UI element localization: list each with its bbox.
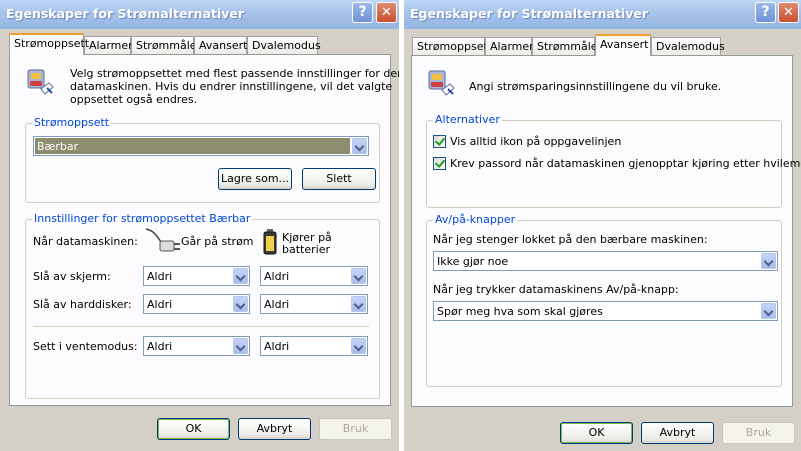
standby-battery-dropdown[interactable]: Aldri bbox=[260, 336, 368, 356]
apply-button[interactable]: Bruk bbox=[722, 422, 795, 444]
standby-ac-value: Aldri bbox=[147, 340, 173, 353]
power-options-icon bbox=[27, 69, 54, 95]
show-tray-icon-label[interactable]: Vis alltid ikon på oppgavelinjen bbox=[450, 135, 621, 148]
tab-power-meter[interactable]: Strømmåler bbox=[131, 36, 201, 54]
save-as-button[interactable]: Lagre som... bbox=[218, 168, 292, 190]
window-title: Egenskaper for Strømalternativer bbox=[6, 6, 245, 21]
power-scheme-group-label: Strømoppsett bbox=[32, 116, 112, 129]
cancel-button[interactable]: Avbryt bbox=[238, 418, 311, 440]
cancel-button[interactable]: Avbryt bbox=[641, 422, 714, 444]
tab-advanced[interactable]: Avansert bbox=[595, 34, 651, 56]
title-bar: Egenskaper for Strømalternativer ? ✕ bbox=[404, 0, 801, 29]
options-group: Alternativer Vis alltid ikon på oppgavel… bbox=[426, 113, 801, 208]
power-options-window-scheme: Egenskaper for Strømalternativer ? ✕ Str… bbox=[0, 0, 399, 451]
monitor-off-battery-dropdown[interactable]: Aldri bbox=[260, 266, 368, 286]
lid-close-value: Ikke gjør noe bbox=[437, 255, 509, 268]
power-scheme-dropdown[interactable]: Bærbar bbox=[33, 136, 369, 156]
battery-icon bbox=[263, 229, 277, 255]
ac-power-label: Går på strøm bbox=[181, 235, 254, 248]
require-password-checkbox[interactable] bbox=[433, 157, 446, 170]
tab-alarms[interactable]: Alarmer bbox=[84, 36, 133, 54]
options-group-label: Alternativer bbox=[433, 113, 502, 126]
window-title: Egenskaper for Strømalternativer bbox=[410, 6, 649, 21]
chevron-down-icon[interactable] bbox=[352, 138, 367, 154]
hard-disks-off-battery-value: Aldri bbox=[264, 298, 290, 311]
chevron-down-icon[interactable] bbox=[351, 268, 366, 284]
tab-advanced[interactable]: Avansert bbox=[194, 36, 247, 54]
chevron-down-icon[interactable] bbox=[233, 268, 248, 284]
scheme-settings-group-label: Innstillinger for strømoppsettet Bærbar bbox=[32, 212, 253, 225]
close-button[interactable]: ✕ bbox=[778, 2, 799, 23]
hard-disks-off-ac-dropdown[interactable]: Aldri bbox=[143, 294, 250, 314]
delete-button[interactable]: Slett bbox=[302, 168, 376, 190]
title-bar: Egenskaper for Strømalternativer ? ✕ bbox=[0, 0, 399, 29]
lid-close-label: Når jeg stenger lokket på den bærbare ma… bbox=[433, 233, 708, 246]
monitor-off-ac-dropdown[interactable]: Aldri bbox=[143, 266, 250, 286]
tab-power-meter[interactable]: Strømmåler bbox=[532, 37, 602, 55]
chevron-down-icon[interactable] bbox=[761, 253, 776, 269]
tab-panel: Velg strømoppsettet med flest passende i… bbox=[9, 54, 399, 406]
show-tray-icon-checkbox[interactable] bbox=[433, 135, 446, 148]
ok-button[interactable]: OK bbox=[560, 422, 633, 444]
power-scheme-group: Strømoppsett Bærbar Lagre som... Slett bbox=[25, 116, 380, 203]
intro-text-line3: oppsettet også endres. bbox=[70, 93, 198, 106]
divider bbox=[33, 326, 369, 327]
hard-disks-off-label: Slå av harddisker: bbox=[33, 298, 132, 311]
chevron-down-icon[interactable] bbox=[761, 303, 776, 319]
chevron-down-icon[interactable] bbox=[351, 296, 366, 312]
monitor-off-ac-value: Aldri bbox=[147, 270, 173, 283]
power-options-window-advanced: Egenskaper for Strømalternativer ? ✕ Str… bbox=[404, 0, 801, 451]
lid-close-dropdown[interactable]: Ikke gjør noe bbox=[433, 251, 778, 271]
chevron-down-icon[interactable] bbox=[233, 296, 248, 312]
help-button[interactable]: ? bbox=[352, 2, 373, 23]
power-button-dropdown[interactable]: Spør meg hva som skal gjøres bbox=[433, 301, 778, 321]
standby-battery-value: Aldri bbox=[264, 340, 290, 353]
monitor-off-battery-value: Aldri bbox=[264, 270, 290, 283]
power-button-value: Spør meg hva som skal gjøres bbox=[437, 305, 603, 318]
close-button[interactable]: ✕ bbox=[376, 2, 397, 23]
standby-label: Sett i ventemodus: bbox=[33, 340, 138, 353]
ok-button[interactable]: OK bbox=[157, 418, 230, 440]
hard-disks-off-battery-dropdown[interactable]: Aldri bbox=[260, 294, 368, 314]
hard-disks-off-ac-value: Aldri bbox=[147, 298, 173, 311]
standby-ac-dropdown[interactable]: Aldri bbox=[143, 336, 250, 356]
tab-panel: Angi strømsparingsinnstillingene du vil … bbox=[411, 55, 801, 407]
battery-label-line2: batterier bbox=[282, 243, 330, 256]
tab-power-schemes[interactable]: Strømoppsett bbox=[412, 37, 492, 55]
monitor-off-label: Slå av skjerm: bbox=[33, 270, 111, 283]
tab-hibernate[interactable]: Dvalemodus bbox=[651, 37, 725, 55]
power-buttons-group-label: Av/på-knapper bbox=[433, 213, 518, 226]
power-options-icon bbox=[428, 70, 455, 96]
plug-icon bbox=[145, 228, 180, 252]
power-scheme-value: Bærbar bbox=[37, 140, 79, 153]
chevron-down-icon[interactable] bbox=[233, 338, 248, 354]
chevron-down-icon[interactable] bbox=[351, 338, 366, 354]
intro-text: Angi strømsparingsinnstillingene du vil … bbox=[469, 80, 722, 93]
selection-highlight bbox=[35, 138, 350, 154]
intro-text-line1: Velg strømoppsettet med flest passende i… bbox=[70, 67, 399, 80]
require-password-label[interactable]: Krev passord når datamaskinen gjenopptar… bbox=[450, 157, 801, 170]
tab-hibernate[interactable]: Dvalemodus bbox=[247, 36, 321, 54]
help-button[interactable]: ? bbox=[755, 2, 776, 23]
power-buttons-group: Av/på-knapper Når jeg stenger lokket på … bbox=[426, 213, 782, 387]
when-computer-label: Når datamaskinen: bbox=[33, 235, 138, 248]
scheme-settings-group: Innstillinger for strømoppsettet Bærbar … bbox=[25, 212, 380, 399]
tab-alarms[interactable]: Alarmer bbox=[485, 37, 534, 55]
intro-text-line2: datamaskinen. Hvis du endrer innstilling… bbox=[70, 80, 393, 93]
apply-button[interactable]: Bruk bbox=[319, 418, 392, 440]
tab-power-schemes[interactable]: Strømoppsett bbox=[9, 33, 89, 55]
power-button-label: Når jeg trykker datamaskinens Av/på-knap… bbox=[433, 283, 679, 296]
